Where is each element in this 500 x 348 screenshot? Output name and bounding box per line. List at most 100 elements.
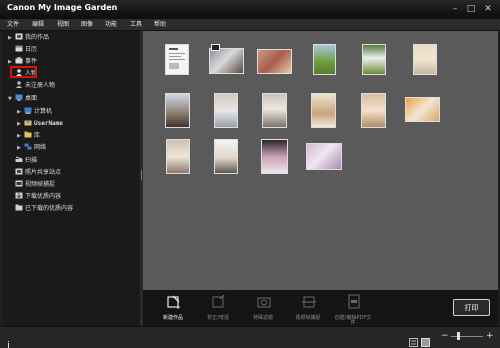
sidebar-item-label: 视频帧捕捉	[25, 181, 56, 188]
thumbnail[interactable]	[214, 139, 238, 174]
thumbnail[interactable]	[362, 44, 386, 75]
thumbnail[interactable]	[214, 93, 238, 128]
sidebar-item-label: 网络	[34, 144, 47, 151]
sidebar-item-network[interactable]: ▶ 网络	[17, 143, 46, 153]
scan-icon	[15, 156, 23, 163]
title-bar[interactable]: Canon My Image Garden – □ ✕	[0, 0, 500, 19]
new-work-label: 新建作品	[162, 315, 183, 321]
video-capture-label: 视频帧捕捉	[295, 315, 321, 321]
library-icon	[24, 131, 32, 138]
video-frame-icon	[15, 180, 23, 187]
network-icon	[24, 143, 32, 150]
thumbnail[interactable]	[166, 139, 190, 174]
collapse-arrow-icon[interactable]: ▼	[8, 94, 15, 104]
sidebar-item-label: 未注册人物	[25, 82, 56, 89]
thumbnail[interactable]	[361, 93, 386, 128]
window-title: Canon My Image Garden	[7, 3, 118, 12]
sidebar-item-label: 桌面	[25, 95, 38, 102]
create-edit-pdf-button[interactable]: 创建/编辑PDF文件	[333, 290, 373, 326]
sidebar-item-photo-sharing[interactable]: 照片共享站点	[8, 168, 61, 178]
download-icon	[15, 192, 23, 199]
special-filter-label: 特殊滤镜	[252, 315, 273, 321]
thumbnail[interactable]	[262, 93, 287, 128]
thumbnail[interactable]	[209, 44, 244, 74]
sidebar-item-label: 扫描	[25, 157, 38, 164]
video-capture-button[interactable]: 视频帧捕捉	[288, 290, 328, 326]
photo-share-icon	[15, 168, 23, 175]
bottom-toolbar: 新建作品 校正/增强 特殊滤镜 视频帧捕捉 创建/编辑PDF文件 打印	[143, 290, 498, 326]
thumbnail[interactable]	[257, 49, 292, 74]
menu-file[interactable]: 文件	[7, 19, 19, 30]
close-button[interactable]: ✕	[481, 2, 495, 16]
new-work-icon	[167, 294, 181, 310]
minimize-button[interactable]: –	[448, 2, 462, 16]
zoom-in-button[interactable]: +	[486, 330, 494, 342]
info-icon[interactable]	[7, 334, 10, 348]
app-window: Canon My Image Garden – □ ✕ 文件 编辑 视图 图像 …	[0, 0, 500, 348]
thumbnail[interactable]	[165, 93, 190, 128]
zoom-slider-track[interactable]	[451, 336, 483, 337]
menu-view[interactable]: 视图	[57, 19, 69, 30]
list-view-icon[interactable]	[409, 332, 418, 347]
thumbnail[interactable]	[413, 44, 437, 75]
special-filter-icon	[257, 294, 271, 310]
thumbnail[interactable]	[165, 44, 189, 75]
sidebar-item-unregistered-people[interactable]: 未注册人物	[8, 81, 55, 91]
sidebar-item-desktop[interactable]: ▼ 桌面	[8, 94, 37, 104]
sidebar-item-library[interactable]: ▶ 库	[17, 131, 40, 141]
selection-highlight	[10, 66, 37, 78]
correct-enhance-label: 校正/增强	[207, 315, 229, 321]
expand-arrow-icon[interactable]: ▶	[17, 107, 24, 117]
sidebar-item-label: 照片共享站点	[25, 169, 62, 176]
expand-arrow-icon[interactable]: ▶	[17, 143, 24, 153]
sidebar-item-my-works[interactable]: ▶ 我的作品	[8, 33, 49, 43]
thumbnail[interactable]	[313, 44, 336, 75]
sidebar-item-username[interactable]: ▶ UserName	[17, 119, 63, 129]
event-icon	[15, 57, 23, 64]
zoom-slider-thumb[interactable]	[457, 332, 460, 340]
video-capture-icon	[302, 294, 316, 310]
menu-functions[interactable]: 功能	[105, 19, 117, 30]
zoom-out-button[interactable]: −	[441, 330, 449, 342]
status-bar: − +	[0, 326, 500, 348]
unregistered-person-icon	[15, 81, 23, 88]
computer-icon	[24, 107, 32, 114]
sidebar-item-scan[interactable]: 扫描	[8, 156, 37, 166]
sidebar-item-label: 计算机	[34, 108, 53, 115]
menu-tools[interactable]: 工具	[130, 19, 142, 30]
correct-enhance-icon	[212, 294, 226, 310]
user-folder-icon	[24, 119, 32, 126]
sidebar-item-video-capture[interactable]: 视频帧捕捉	[8, 180, 55, 190]
sidebar-item-download[interactable]: 下载优质内容	[8, 192, 61, 202]
sidebar-item-label: 我的作品	[25, 34, 50, 41]
pdf-icon	[347, 294, 361, 310]
menu-help[interactable]: 帮助	[154, 19, 166, 30]
thumbnail[interactable]	[306, 143, 342, 170]
thumbnail[interactable]	[311, 93, 336, 128]
print-button[interactable]: 打印	[453, 299, 490, 316]
thumbnail-view-icon[interactable]	[421, 332, 430, 347]
video-badge-icon	[211, 44, 220, 51]
sidebar-item-label: 事件	[25, 58, 38, 65]
sidebar-item-calendar[interactable]: 日历	[8, 45, 37, 55]
sidebar-item-label: UserName	[34, 120, 63, 127]
create-edit-pdf-label: 创建/编辑PDF文件	[334, 315, 372, 326]
sidebar-item-label: 下载优质内容	[25, 193, 62, 200]
works-icon	[15, 33, 23, 40]
correct-enhance-button[interactable]: 校正/增强	[198, 290, 238, 326]
thumbnail[interactable]	[261, 139, 288, 174]
menu-edit[interactable]: 编辑	[32, 19, 44, 30]
sidebar-item-label: 日历	[25, 46, 38, 53]
expand-arrow-icon[interactable]: ▶	[17, 131, 24, 141]
menu-image[interactable]: 图像	[81, 19, 93, 30]
thumbnail-area	[143, 31, 498, 290]
sidebar-item-downloaded[interactable]: 已下载的优质内容	[8, 204, 73, 214]
maximize-button[interactable]: □	[464, 2, 478, 16]
new-work-button[interactable]: 新建作品	[153, 290, 193, 326]
calendar-icon	[15, 45, 23, 52]
sidebar-item-computer[interactable]: ▶ 计算机	[17, 107, 52, 117]
thumbnail[interactable]	[405, 97, 440, 122]
expand-arrow-icon[interactable]: ▶	[8, 33, 15, 43]
expand-arrow-icon[interactable]: ▶	[17, 119, 24, 129]
special-filter-button[interactable]: 特殊滤镜	[243, 290, 283, 326]
